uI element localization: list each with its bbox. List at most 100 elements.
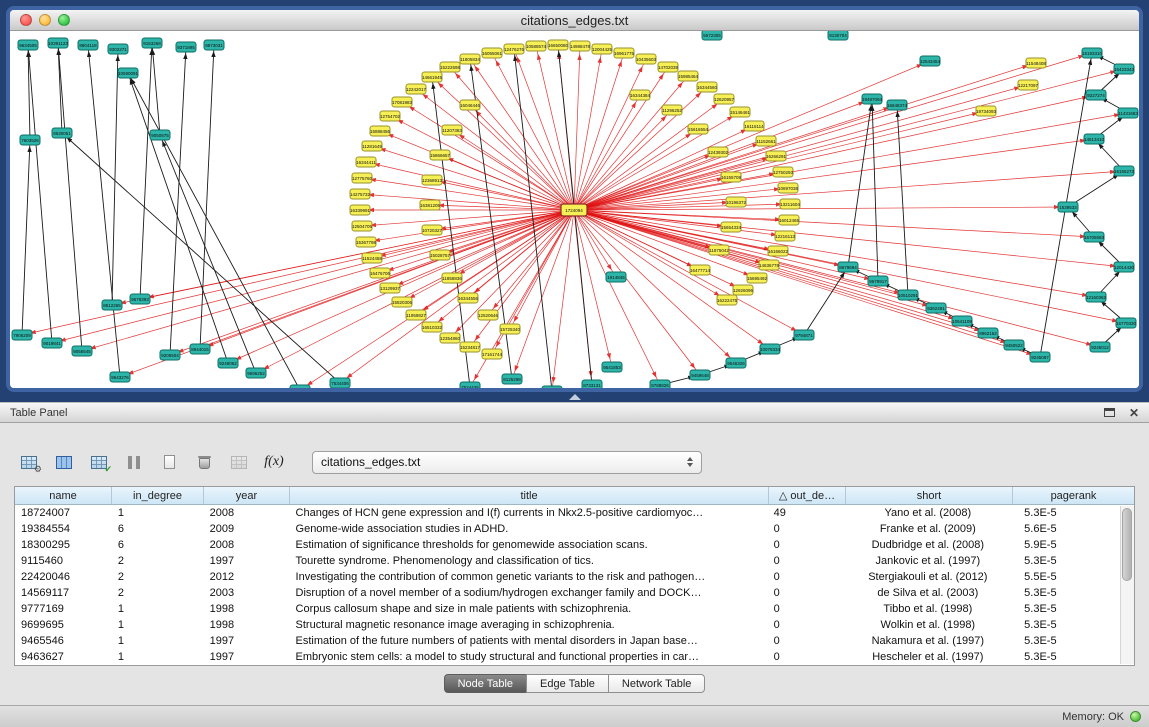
graph-node[interactable]: 11207363 [442,125,462,135]
cell-year[interactable]: 2008 [204,505,290,521]
cell-pagerank[interactable]: 5.3E-5 [1011,617,1119,633]
graph-node[interactable]: 9541853 [602,362,622,372]
graph-node[interactable]: 17161744 [482,349,503,359]
graph-node[interactable]: 9302271 [108,44,128,54]
column-header-name[interactable]: name [15,487,112,504]
cell-short[interactable]: Jankovic et al. (1997) [844,553,1011,569]
graph-node[interactable]: 15222698 [440,62,461,72]
graph-node[interactable]: 1914845 [606,272,626,282]
graph-node[interactable]: 10720327 [422,225,443,235]
cell-title[interactable]: Tourette syndrome. Phenomenology and cla… [290,553,768,569]
column-header-title[interactable]: title [290,487,769,504]
graph-node[interactable]: 12476276 [504,44,525,54]
cell-short[interactable]: Wolkin et al. (1998) [844,617,1011,633]
graph-node[interactable]: 15367798 [356,237,377,247]
cell-pagerank[interactable]: 5.3E-5 [1011,585,1119,601]
table-settings-button[interactable]: ⚙ [14,447,44,477]
graph-node[interactable]: 16381205 [420,200,441,210]
graph-node[interactable]: 8130704 [828,31,848,40]
cell-short[interactable]: Hescheler et al. (1997) [844,649,1011,665]
graph-node[interactable]: 9153634 [542,386,562,388]
cell-in_degree[interactable]: 6 [112,537,204,553]
graph-node[interactable]: 12543454 [920,56,941,66]
graph-node[interactable]: 12160362 [1086,292,1107,302]
cell-short[interactable]: Yano et al. (2008) [844,505,1011,521]
cell-in_degree[interactable]: 1 [112,633,204,649]
graph-node[interactable]: 15888456 [370,126,391,136]
panel-resize-handle[interactable] [569,394,581,400]
graph-node[interactable]: 9678393 [130,294,150,304]
cell-short[interactable]: Tibbo et al. (1998) [844,601,1011,617]
graph-node[interactable]: 8125298 [502,374,522,384]
graph-node[interactable]: 16266291 [766,151,787,161]
graph-node[interactable]: 9362491 [926,303,946,313]
graph-node[interactable]: 9679917 [868,276,888,286]
graph-node[interactable]: 16344384 [630,90,651,100]
cell-title[interactable]: Estimation of significance thresholds fo… [290,537,768,553]
cell-in_degree[interactable]: 2 [112,585,204,601]
float-panel-icon[interactable] [1104,408,1115,417]
network-table-select[interactable]: citations_edges.txt [312,451,702,474]
graph-node[interactable]: 12504705 [352,221,373,231]
column-header-in_degree[interactable]: in_degree [112,487,204,504]
network-canvas[interactable]: 1522269811805834160550611247627610588574… [10,31,1139,388]
graph-node[interactable]: 16344411 [356,157,376,167]
graph-node[interactable]: 9050875 [150,130,170,140]
cell-out_degree[interactable]: 0 [768,649,845,665]
graph-node[interactable]: 9450522 [1004,340,1024,350]
graph-node[interactable]: 12014430 [1114,262,1135,272]
graph-node[interactable]: 15725340 [500,324,521,334]
cell-year[interactable]: 1998 [204,601,290,617]
graph-node[interactable]: 15654334 [721,222,742,232]
graph-node[interactable]: 11875042 [709,245,729,255]
graph-node[interactable]: 7906209 [12,330,32,340]
graph-node[interactable]: 11296252 [662,105,682,115]
cell-name[interactable]: 9463627 [15,649,112,665]
close-window-button[interactable] [20,14,32,26]
cell-pagerank[interactable]: 5.5E-5 [1011,569,1119,585]
graph-node[interactable]: 12520646 [478,310,499,320]
graph-node[interactable]: 8660126 [290,385,310,388]
graph-node[interactable]: 16155709 [721,172,742,182]
graph-node[interactable]: 17081983 [392,97,413,107]
graph-node[interactable]: 9643276 [110,372,130,382]
graph-node[interactable]: 10588574 [526,41,547,51]
cell-out_degree[interactable]: 0 [768,537,845,553]
graph-node[interactable]: 16222475 [717,295,738,305]
cell-out_degree[interactable]: 0 [768,617,845,633]
graph-node[interactable]: 16476706 [370,268,391,278]
graph-node[interactable]: 8733131 [582,380,602,388]
table-row[interactable]: 2242004622012Investigating the contribut… [15,569,1119,585]
cell-pagerank[interactable]: 5.3E-5 [1011,505,1119,521]
graph-node[interactable]: 12242017 [406,84,427,94]
graph-hub-node[interactable]: 1724094 [561,204,587,216]
cell-year[interactable]: 1997 [204,553,290,569]
graph-node[interactable]: 16344556 [458,293,479,303]
graph-node[interactable]: 12750293 [773,167,794,177]
graph-node[interactable]: 15028757 [430,250,451,260]
cell-in_degree[interactable]: 6 [112,521,204,537]
graph-node[interactable]: 12217097 [1018,80,1039,90]
function-builder-button[interactable]: f(x) [259,447,289,477]
cell-year[interactable]: 2012 [204,569,290,585]
graph-node[interactable]: 8804118 [78,40,98,50]
cell-title[interactable]: Embryonic stem cells: a model to study s… [290,649,768,665]
graph-node[interactable]: 14988478 [570,41,591,51]
graph-node[interactable]: 16648374 [887,100,908,110]
cell-title[interactable]: Corpus callosum shape and size in male p… [290,601,768,617]
cell-year[interactable]: 1997 [204,633,290,649]
cell-pagerank[interactable]: 5.3E-5 [1011,553,1119,569]
graph-node[interactable]: 8530051 [52,128,72,138]
graph-node[interactable]: 9794871 [794,330,814,340]
cell-year[interactable]: 1998 [204,617,290,633]
cell-short[interactable]: Stergiakouli et al. (2012) [844,569,1011,585]
cell-out_degree[interactable]: 0 [768,521,845,537]
cell-name[interactable]: 19384554 [15,521,112,537]
graph-node[interactable]: 15616554 [688,124,709,134]
graph-node[interactable]: 11431683 [1118,108,1138,118]
table-row[interactable]: 1830029562008Estimation of significance … [15,537,1119,553]
graph-node[interactable]: 11548408 [1026,58,1046,68]
graph-node[interactable]: 15146461 [730,107,751,117]
graph-node[interactable]: 8612265 [102,300,122,310]
cell-in_degree[interactable]: 2 [112,553,204,569]
